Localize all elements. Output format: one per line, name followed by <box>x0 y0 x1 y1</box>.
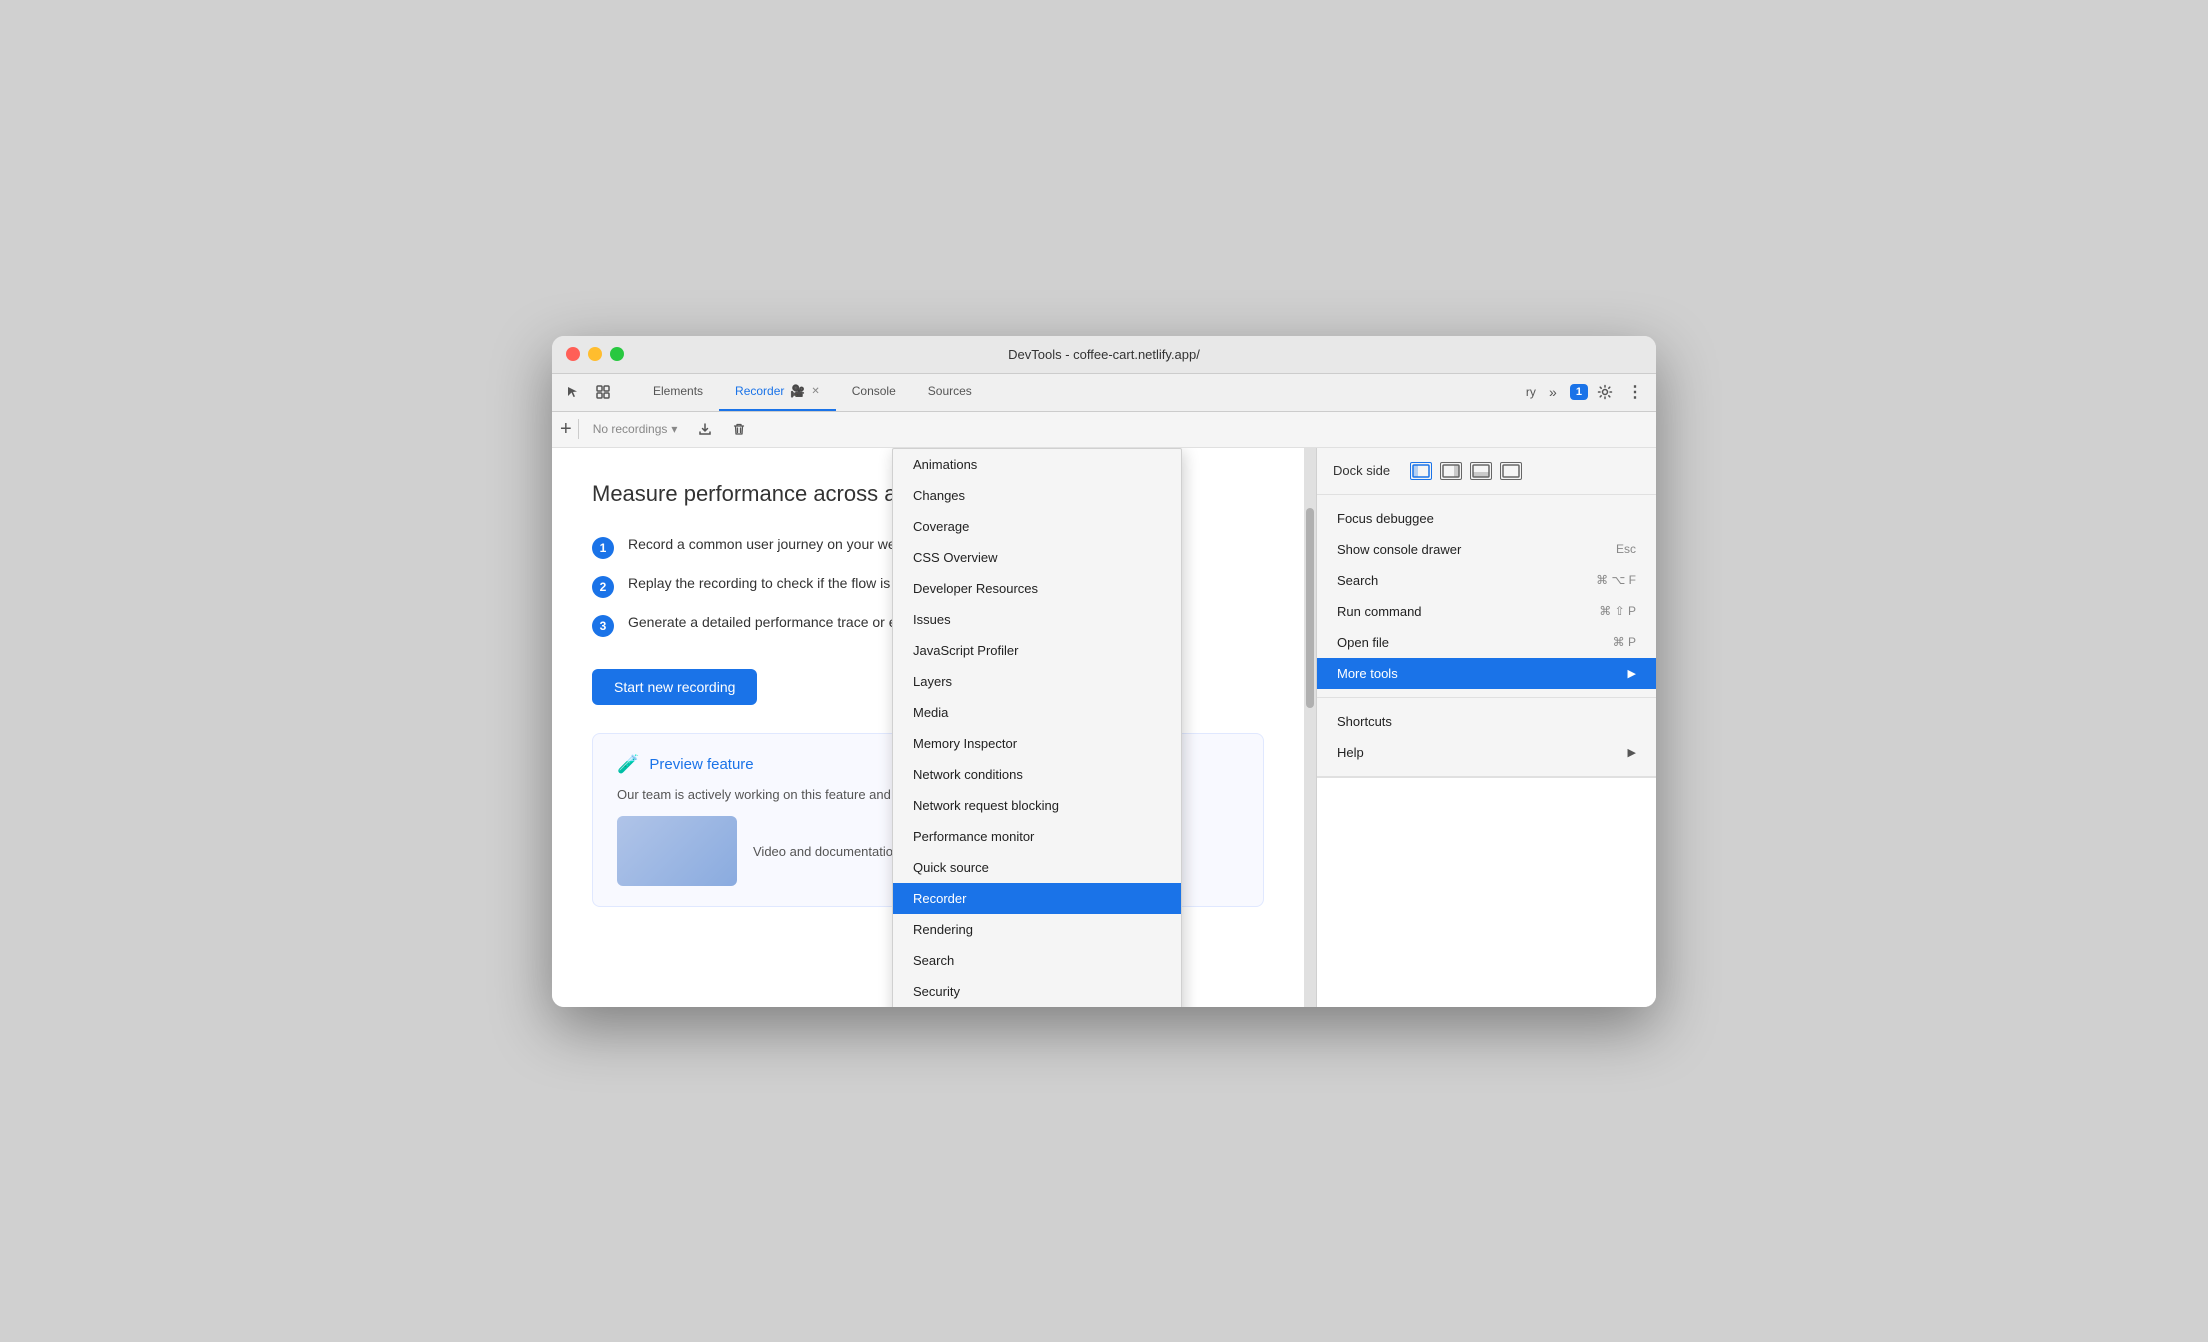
shortcut-run-command: ⌘ ⇧ P <box>1599 604 1636 618</box>
cursor-icon[interactable] <box>560 379 586 405</box>
step-number-3: 3 <box>592 615 614 637</box>
video-doc-link[interactable]: Video and documentation <box>753 844 900 859</box>
context-item-focus-debuggee[interactable]: Focus debuggee <box>1317 503 1656 534</box>
more-options-icon[interactable]: ⋮ <box>1622 379 1648 405</box>
menu-item-js-profiler[interactable]: JavaScript Profiler <box>893 635 1181 666</box>
menu-item-issues[interactable]: Issues <box>893 604 1181 635</box>
title-bar: DevTools - coffee-cart.netlify.app/ <box>552 336 1656 374</box>
dock-side-label: Dock side <box>1333 463 1390 478</box>
tab-bar-left <box>552 374 637 411</box>
maximize-button[interactable] <box>610 347 624 361</box>
shortcut-open-file: ⌘ P <box>1613 635 1636 649</box>
export-icon[interactable] <box>691 415 719 443</box>
dropdown-arrow-icon: ▾ <box>671 422 677 436</box>
delete-icon[interactable] <box>725 415 753 443</box>
dock-bottom-icon[interactable] <box>1470 462 1492 480</box>
step-number-2: 2 <box>592 576 614 598</box>
menu-item-css-overview[interactable]: CSS Overview <box>893 542 1181 573</box>
menu-item-rendering[interactable]: Rendering <box>893 914 1181 945</box>
minimize-button[interactable] <box>588 347 602 361</box>
context-item-shortcuts[interactable]: Shortcuts <box>1317 706 1656 737</box>
dock-side-row: Dock side <box>1317 456 1656 486</box>
more-tabs-button[interactable]: » <box>1540 379 1566 405</box>
dock-right-icon[interactable] <box>1440 462 1462 480</box>
more-tools-label: More tools <box>1337 666 1398 681</box>
toolbar: + No recordings ▾ <box>552 412 1656 448</box>
menu-item-changes[interactable]: Changes <box>893 480 1181 511</box>
menu-item-coverage[interactable]: Coverage <box>893 511 1181 542</box>
scrollbar-thumb[interactable] <box>1306 508 1314 708</box>
help-arrow-icon: ▶ <box>1628 746 1636 759</box>
close-button[interactable] <box>566 347 580 361</box>
context-item-run-command[interactable]: Run command ⌘ ⇧ P <box>1317 596 1656 627</box>
menu-item-network-conditions[interactable]: Network conditions <box>893 759 1181 790</box>
recorder-icon: 🎥 <box>790 384 805 398</box>
tab-console[interactable]: Console <box>836 374 912 411</box>
context-menu-bottom: Shortcuts Help ▶ <box>1317 698 1656 777</box>
preview-thumbnail <box>617 816 737 886</box>
shortcut-esc: Esc <box>1616 542 1636 556</box>
context-item-open-file[interactable]: Open file ⌘ P <box>1317 627 1656 658</box>
add-recording-button[interactable]: + <box>560 419 572 439</box>
context-item-search[interactable]: Search ⌘ ⌥ F <box>1317 565 1656 596</box>
traffic-lights <box>566 347 624 361</box>
shortcut-search: ⌘ ⌥ F <box>1596 573 1636 587</box>
step-number-1: 1 <box>592 537 614 559</box>
menu-item-animations[interactable]: Animations <box>893 449 1181 480</box>
context-item-help[interactable]: Help ▶ <box>1317 737 1656 768</box>
devtools-window: DevTools - coffee-cart.netlify.app/ <box>552 336 1656 1007</box>
more-tools-dropdown: Animations Changes Coverage CSS Overview… <box>892 448 1182 1007</box>
menu-item-quick-source[interactable]: Quick source <box>893 852 1181 883</box>
preview-title: Preview feature <box>649 756 753 773</box>
context-item-show-console-drawer[interactable]: Show console drawer Esc <box>1317 534 1656 565</box>
menu-item-performance-monitor[interactable]: Performance monitor <box>893 821 1181 852</box>
main-area: Measure performance across an entire use… <box>552 448 1656 1007</box>
recordings-dropdown[interactable]: No recordings ▾ <box>585 418 686 440</box>
menu-item-layers[interactable]: Layers <box>893 666 1181 697</box>
tab-elements[interactable]: Elements <box>637 374 719 411</box>
menu-item-recorder[interactable]: Recorder <box>893 883 1181 914</box>
submenu-arrow-icon: ▶ <box>1628 667 1636 680</box>
start-recording-button[interactable]: Start new recording <box>592 669 757 705</box>
flask-icon: 🧪 <box>617 754 639 775</box>
menu-item-search[interactable]: Search <box>893 945 1181 976</box>
scrollbar[interactable] <box>1304 448 1316 1007</box>
tab-close-icon[interactable]: ✕ <box>811 386 819 397</box>
inspect-icon[interactable] <box>590 379 616 405</box>
right-panel: Dock side <box>1316 448 1656 1007</box>
dock-side-section: Dock side <box>1317 448 1656 495</box>
dock-icons <box>1410 462 1522 480</box>
tab-sources[interactable]: Sources <box>912 374 988 411</box>
menu-item-media[interactable]: Media <box>893 697 1181 728</box>
right-content-area <box>1317 777 1656 1007</box>
menu-item-developer-resources[interactable]: Developer Resources <box>893 573 1181 604</box>
dock-undocked-icon[interactable] <box>1500 462 1522 480</box>
dock-left-icon[interactable] <box>1410 462 1432 480</box>
menu-item-memory-inspector[interactable]: Memory Inspector <box>893 728 1181 759</box>
tab-recorder[interactable]: Recorder 🎥 ✕ <box>719 374 836 411</box>
window-title: DevTools - coffee-cart.netlify.app/ <box>1008 347 1200 362</box>
tab-overflow-label: ry <box>1526 385 1536 399</box>
tab-bar-right: ry » 1 ⋮ <box>1526 374 1656 411</box>
tab-bar: Elements Recorder 🎥 ✕ Console Sources ry… <box>552 374 1656 412</box>
context-item-more-tools[interactable]: More tools ▶ <box>1317 658 1656 689</box>
context-menu-main: Focus debuggee Show console drawer Esc S… <box>1317 495 1656 698</box>
menu-item-network-request-blocking[interactable]: Network request blocking <box>893 790 1181 821</box>
settings-icon[interactable] <box>1592 379 1618 405</box>
toolbar-separator <box>578 419 579 439</box>
issues-badge[interactable]: 1 <box>1570 384 1588 400</box>
menu-item-security[interactable]: Security <box>893 976 1181 1007</box>
tabs: Elements Recorder 🎥 ✕ Console Sources <box>637 374 988 411</box>
